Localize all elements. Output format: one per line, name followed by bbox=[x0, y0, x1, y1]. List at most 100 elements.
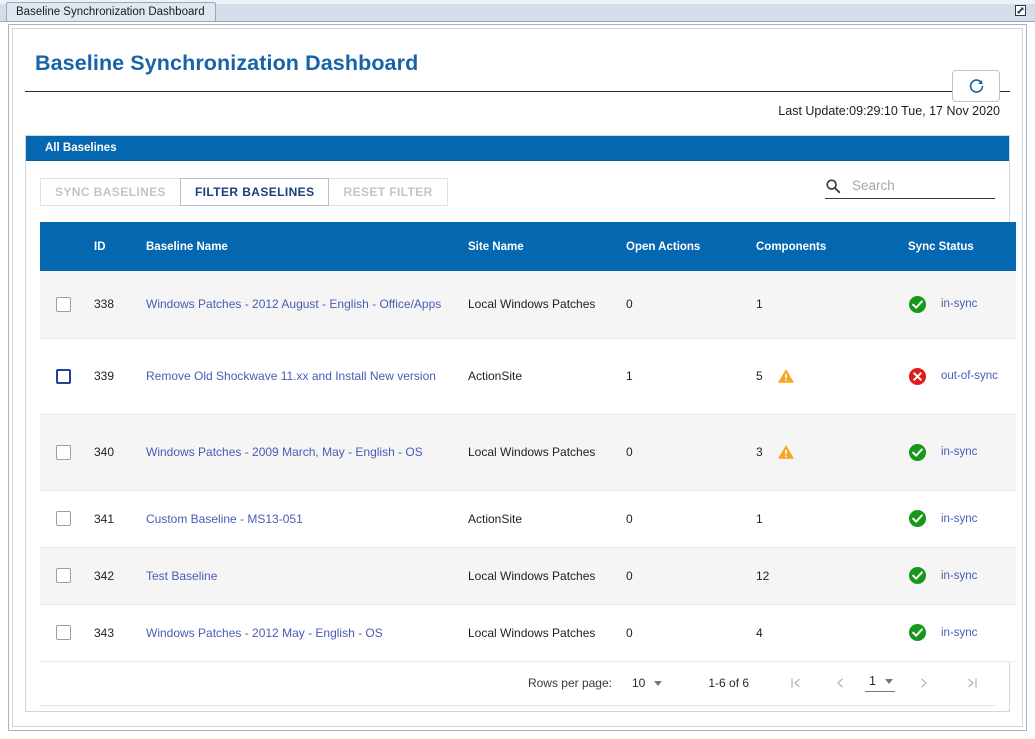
row-select-cell bbox=[40, 338, 88, 414]
row-open-actions-cell: 0 bbox=[626, 414, 756, 490]
check-circle-icon bbox=[908, 443, 927, 462]
row-components-cell: 1 bbox=[756, 490, 886, 547]
sync-baselines-button[interactable]: SYNC BASELINES bbox=[40, 178, 181, 206]
row-checkbox[interactable] bbox=[56, 297, 71, 312]
baseline-name-link[interactable]: Test Baseline bbox=[140, 569, 217, 583]
panel-header: All Baselines bbox=[26, 136, 1009, 161]
last-page-icon[interactable] bbox=[957, 668, 987, 698]
column-header-select bbox=[40, 222, 88, 271]
all-baselines-panel: All Baselines SYNC BASELINES FILTER BASE… bbox=[25, 135, 1010, 712]
table-row[interactable]: 343 Windows Patches - 2012 May - English… bbox=[40, 604, 1016, 661]
row-site-cell: Local Windows Patches bbox=[466, 604, 626, 661]
row-id: 339 bbox=[88, 369, 114, 383]
refresh-button[interactable] bbox=[952, 70, 1000, 102]
page-number-select[interactable]: 1 bbox=[865, 674, 895, 692]
row-sync-status-cell: out-of-sync bbox=[886, 338, 1016, 414]
row-components: 4 bbox=[756, 626, 763, 640]
filter-baselines-button[interactable]: FILTER BASELINES bbox=[180, 178, 330, 206]
row-site-name: ActionSite bbox=[466, 369, 522, 383]
column-header-open-actions-label: Open Actions bbox=[626, 241, 700, 253]
table-row[interactable]: 338 Windows Patches - 2012 August - Engl… bbox=[40, 271, 1016, 338]
window-tab[interactable]: Baseline Synchronization Dashboard bbox=[6, 2, 216, 21]
sync-status-link[interactable]: in-sync bbox=[941, 627, 977, 639]
row-components: 3 bbox=[756, 445, 763, 459]
row-components-cell: 12 bbox=[756, 547, 886, 604]
row-id: 338 bbox=[88, 297, 114, 311]
sync-status-link[interactable]: in-sync bbox=[941, 513, 977, 525]
column-header-id-label: ID bbox=[88, 241, 106, 253]
row-open-actions-cell: 1 bbox=[626, 338, 756, 414]
row-checkbox[interactable] bbox=[56, 511, 71, 526]
row-checkbox[interactable] bbox=[56, 369, 71, 384]
search-input[interactable] bbox=[850, 177, 1031, 194]
row-site-name: Local Windows Patches bbox=[466, 626, 595, 640]
warning-triangle-icon[interactable] bbox=[777, 444, 795, 460]
baseline-name-link[interactable]: Remove Old Shockwave 11.xx and Install N… bbox=[140, 369, 436, 383]
table-row[interactable]: 339 Remove Old Shockwave 11.xx and Insta… bbox=[40, 338, 1016, 414]
row-site-cell: Local Windows Patches bbox=[466, 271, 626, 338]
table-row[interactable]: 342 Test Baseline Local Windows Patches … bbox=[40, 547, 1016, 604]
column-header-site-name[interactable]: Site Name bbox=[466, 222, 626, 271]
row-id-cell: 342 bbox=[88, 547, 140, 604]
table-body: 338 Windows Patches - 2012 August - Engl… bbox=[40, 271, 1016, 661]
column-header-baseline-name[interactable]: Baseline Name bbox=[140, 222, 466, 271]
baselines-table: ID Baseline Name Site Name Open Actions bbox=[40, 222, 1016, 662]
row-select-cell bbox=[40, 604, 88, 661]
sync-status-link[interactable]: in-sync bbox=[941, 570, 977, 582]
table-row[interactable]: 340 Windows Patches - 2009 March, May - … bbox=[40, 414, 1016, 490]
row-id-cell: 343 bbox=[88, 604, 140, 661]
row-site-name: Local Windows Patches bbox=[466, 569, 595, 583]
row-components: 1 bbox=[756, 297, 763, 311]
row-sync-status-cell: in-sync bbox=[886, 490, 1016, 547]
baseline-name-link[interactable]: Windows Patches - 2009 March, May - Engl… bbox=[140, 445, 423, 459]
row-id: 341 bbox=[88, 512, 114, 526]
table-row[interactable]: 341 Custom Baseline - MS13-051 ActionSit… bbox=[40, 490, 1016, 547]
prev-page-icon[interactable] bbox=[825, 668, 855, 698]
row-site-name: Local Windows Patches bbox=[466, 445, 595, 459]
column-header-components[interactable]: Components bbox=[756, 222, 886, 271]
column-header-sync-status-label: Sync Status bbox=[886, 241, 974, 253]
row-sync-status-cell: in-sync bbox=[886, 414, 1016, 490]
row-site-cell: ActionSite bbox=[466, 490, 626, 547]
rows-per-page-value: 10 bbox=[632, 676, 645, 690]
row-checkbox[interactable] bbox=[56, 445, 71, 460]
row-components: 12 bbox=[756, 569, 769, 583]
row-id: 342 bbox=[88, 569, 114, 583]
row-open-actions-cell: 0 bbox=[626, 490, 756, 547]
row-name-cell: Remove Old Shockwave 11.xx and Install N… bbox=[140, 338, 466, 414]
baseline-name-link[interactable]: Windows Patches - 2012 May - English - O… bbox=[140, 626, 383, 640]
row-sync-status-cell: in-sync bbox=[886, 547, 1016, 604]
warning-triangle-icon[interactable] bbox=[777, 368, 795, 384]
row-checkbox[interactable] bbox=[56, 625, 71, 640]
page-range-label: 1-6 of 6 bbox=[708, 676, 749, 690]
window-tab-strip: Baseline Synchronization Dashboard bbox=[0, 0, 1035, 22]
rows-per-page-select[interactable]: 10 bbox=[632, 676, 662, 690]
reset-filter-button[interactable]: RESET FILTER bbox=[328, 178, 447, 206]
column-header-id[interactable]: ID bbox=[88, 222, 140, 271]
paginator: Rows per page: 10 1-6 of 6 bbox=[40, 662, 995, 706]
row-open-actions-cell: 0 bbox=[626, 271, 756, 338]
sync-status-link[interactable]: in-sync bbox=[941, 446, 977, 458]
sync-status-link[interactable]: in-sync bbox=[941, 298, 977, 310]
row-checkbox[interactable] bbox=[56, 568, 71, 583]
first-page-icon[interactable] bbox=[781, 668, 811, 698]
column-header-open-actions[interactable]: Open Actions bbox=[626, 222, 756, 271]
next-page-icon[interactable] bbox=[909, 668, 939, 698]
check-circle-icon bbox=[908, 566, 927, 585]
check-circle-icon bbox=[908, 623, 927, 642]
search-icon bbox=[825, 178, 841, 194]
row-name-cell: Windows Patches - 2012 August - English … bbox=[140, 271, 466, 338]
search-box[interactable] bbox=[825, 177, 995, 199]
row-site-name: Local Windows Patches bbox=[466, 297, 595, 311]
column-header-sync-status[interactable]: Sync Status bbox=[886, 222, 1016, 271]
row-site-name: ActionSite bbox=[466, 512, 522, 526]
row-name-cell: Windows Patches - 2009 March, May - Engl… bbox=[140, 414, 466, 490]
baseline-name-link[interactable]: Windows Patches - 2012 August - English … bbox=[140, 297, 441, 311]
rows-per-page-label: Rows per page: bbox=[528, 676, 612, 690]
row-select-cell bbox=[40, 271, 88, 338]
popout-icon[interactable] bbox=[1013, 3, 1028, 18]
sync-status-link[interactable]: out-of-sync bbox=[941, 370, 998, 382]
row-components: 1 bbox=[756, 512, 763, 526]
baseline-name-link[interactable]: Custom Baseline - MS13-051 bbox=[140, 512, 303, 526]
row-components-cell: 3 bbox=[756, 414, 886, 490]
